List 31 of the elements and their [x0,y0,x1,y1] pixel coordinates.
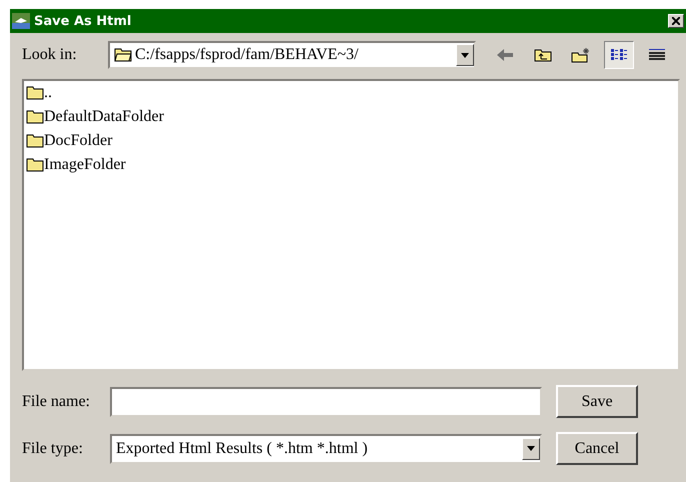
app-icon [12,13,30,29]
folder-item[interactable]: DefaultDataFolder [26,107,676,127]
look-in-dropdown[interactable]: C:/fsapps/fsprod/fam/BEHAVE~3/ [108,41,476,69]
folder-icon [26,134,44,148]
file-type-dropdown[interactable]: Exported Html Results ( *.htm *.html ) [110,434,542,464]
list-view-button[interactable] [604,41,634,69]
folder-item[interactable]: .. [26,83,676,103]
folder-item[interactable]: ImageFolder [26,155,676,175]
list-view-icon [611,48,627,62]
close-icon [672,17,680,25]
caret-icon [527,446,535,451]
folder-icon [114,48,132,62]
look-in-label: Look in: [22,46,78,64]
caret-icon [461,52,469,58]
folder-icon [26,158,44,172]
new-folder-icon [571,47,591,63]
details-view-icon [649,48,665,62]
folder-icon [26,86,44,100]
folder-item[interactable]: DocFolder [26,131,676,151]
dropdown-button[interactable] [456,44,474,66]
dropdown-button[interactable] [522,438,540,460]
save-button[interactable]: Save [556,385,638,418]
close-button[interactable] [668,14,684,28]
file-type-label: File type: [22,440,84,458]
folder-icon [26,110,44,124]
cancel-button[interactable]: Cancel [556,432,638,465]
file-name-field[interactable] [110,386,542,416]
window-title: Save As Html [34,14,132,28]
up-folder-icon [534,48,552,62]
back-arrow-icon [497,49,513,61]
file-name-label: File name: [22,392,91,410]
